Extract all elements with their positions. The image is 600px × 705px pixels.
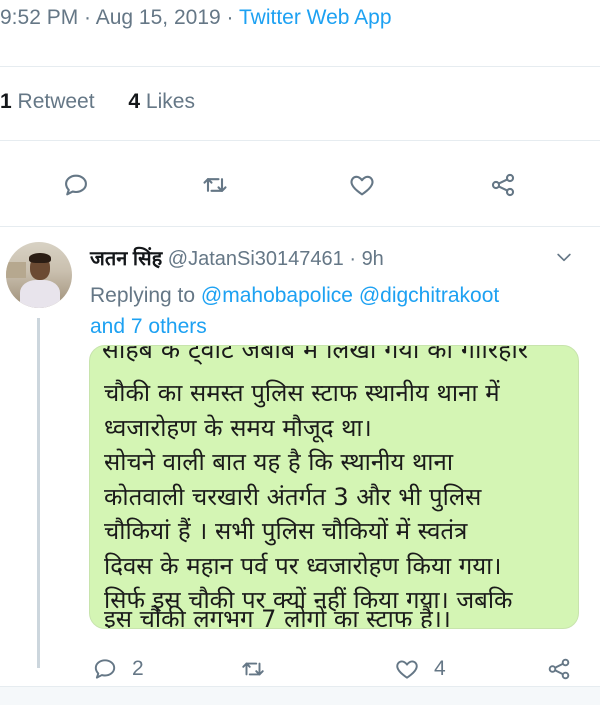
- share-icon: [491, 173, 515, 197]
- tweet-time[interactable]: 9:52 PM: [0, 6, 78, 29]
- separator-dot: ·: [220, 6, 239, 29]
- image-text-line: चौकी का समस्त पुलिस स्टाफ स्थानीय थाना म…: [104, 379, 500, 407]
- author-display-name[interactable]: जतन सिंह: [90, 248, 162, 270]
- avatar-figure-body: [20, 280, 60, 308]
- chevron-down-icon[interactable]: [554, 247, 574, 267]
- author-handle[interactable]: @JatanSi30147461: [168, 248, 344, 270]
- share-button[interactable]: [483, 165, 523, 205]
- separator-dot: ·: [343, 248, 362, 270]
- retweets-link[interactable]: 1 Retweet: [0, 90, 95, 113]
- tweet-date[interactable]: Aug 15, 2019: [96, 6, 221, 29]
- others-link[interactable]: and 7 others: [90, 315, 207, 338]
- tweet-timestamp-line: 9:52 PM · Aug 15, 2019 · Twitter Web App: [0, 6, 392, 30]
- retweet-icon: [242, 662, 264, 676]
- tweet-image[interactable]: साहब के ट्वीट जबाब में लिखा गया की गौरिह…: [89, 345, 579, 629]
- reply-icon: [65, 174, 87, 196]
- avatar[interactable]: [6, 242, 72, 308]
- source-app-link[interactable]: Twitter Web App: [239, 6, 392, 29]
- bottom-bar: [0, 686, 600, 705]
- tweet-actions: [0, 165, 600, 205]
- replying-to-line: Replying to @mahobapolice @digchitrakoot…: [90, 280, 570, 342]
- image-text-line: सोचने वाली बात यह है कि स्थानीय थाना: [104, 448, 454, 476]
- divider: [0, 66, 600, 67]
- avatar-background: [6, 262, 26, 278]
- avatar-figure-hair: [29, 253, 51, 263]
- replying-prefix: Replying to: [90, 284, 201, 307]
- image-text-line: दिवस के महान पर्व पर ध्वजारोहण किया गया।: [104, 551, 502, 580]
- heart-icon: [396, 660, 418, 679]
- heart-icon: [350, 175, 374, 196]
- mention-link-digchitrakoot[interactable]: @digchitrakoot: [359, 284, 499, 307]
- reply-button[interactable]: [56, 165, 96, 205]
- share-icon: [548, 658, 570, 680]
- mention-link-mahobapolice[interactable]: @mahobapolice: [201, 284, 353, 307]
- like-count: 4: [128, 90, 141, 113]
- reply-tweet-actions: 2 4: [0, 652, 600, 686]
- image-text-line: कोतवाली चरखारी अंतर्गत 3 और भी पुलिस: [104, 482, 482, 511]
- tweet-stats: 1 Retweet 4 Likes: [0, 90, 195, 114]
- retweet-icon: [203, 178, 227, 192]
- like-count: 4: [434, 657, 446, 680]
- like-button[interactable]: 4: [394, 652, 446, 686]
- reply-tweet-header: जतन सिंह @JatanSi30147461 · 9h: [90, 244, 384, 271]
- separator-dot: ·: [78, 6, 96, 29]
- divider: [0, 226, 600, 227]
- image-text-line: ध्वजारोहण के समय मौजूद था।: [104, 413, 372, 442]
- divider: [0, 140, 600, 141]
- thread-line: [37, 318, 40, 668]
- image-text-block: चौकी का समस्त पुलिस स्टाफ स्थानीय थाना म…: [104, 376, 570, 618]
- retweet-label: Retweet: [11, 90, 95, 113]
- like-button[interactable]: [342, 165, 382, 205]
- image-text-cut-line: साहब के ट्वीट जबाब में लिखा गया की गौरिह…: [102, 345, 529, 364]
- likes-link[interactable]: 4 Likes: [128, 90, 195, 113]
- retweet-button[interactable]: [195, 165, 235, 205]
- image-text-last-line: इस चौकी लगभग 7 लोगों का स्टाफ है।।: [104, 605, 451, 629]
- image-text-line: चौकियां हैं । सभी पुलिस चौकियों में स्वत…: [104, 517, 468, 545]
- retweet-count: 1: [0, 90, 12, 113]
- tweet-age[interactable]: 9h: [362, 248, 384, 270]
- share-button[interactable]: [546, 652, 572, 686]
- reply-count: 2: [132, 657, 144, 680]
- like-label: Likes: [140, 90, 195, 113]
- reply-icon: [94, 659, 116, 679]
- retweet-button[interactable]: [240, 652, 266, 686]
- reply-button[interactable]: 2: [92, 652, 144, 686]
